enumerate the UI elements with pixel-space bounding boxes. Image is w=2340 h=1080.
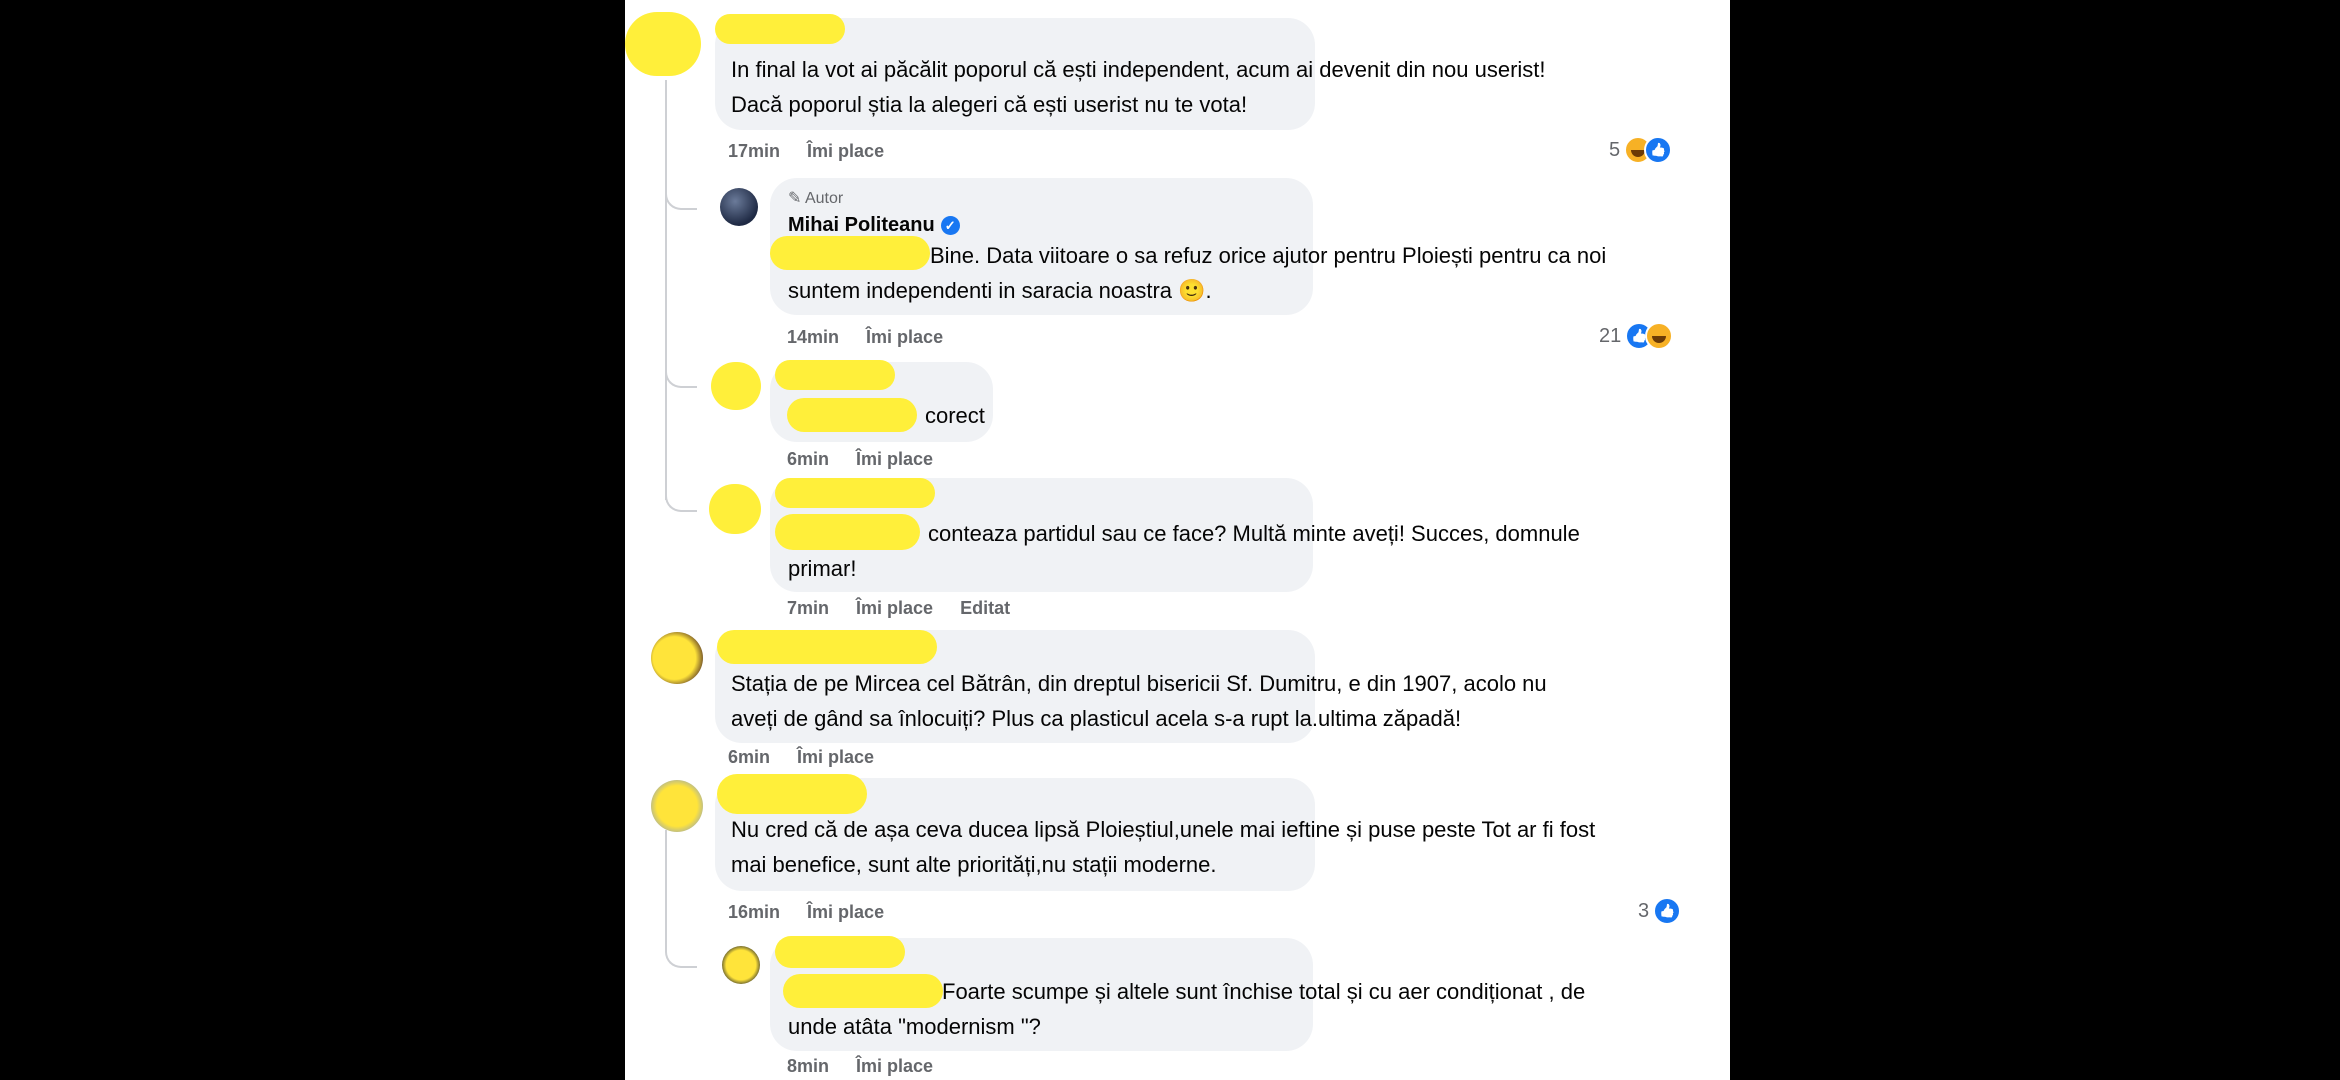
reaction-count[interactable]: 21 [1599,322,1674,350]
reaction-count[interactable]: 5 [1609,136,1673,164]
like-button[interactable]: Îmi place [797,747,874,767]
comment-time: 6min [787,449,830,469]
redacted-name [717,774,867,814]
like-button[interactable]: Îmi place [856,1056,933,1076]
like-button[interactable]: Îmi place [807,902,884,922]
thread-connector [665,180,697,210]
avatar [722,946,760,984]
comment-actions: 16min Îmi place [728,901,906,923]
redacted-avatar [625,12,701,76]
like-button[interactable]: Îmi place [856,598,933,618]
comment-time: 6min [728,747,771,767]
like-icon [1644,136,1673,164]
comment-actions: 6min Îmi place [728,746,896,768]
comment-time: 7min [787,598,830,618]
redacted-name [775,360,895,390]
like-button[interactable]: Îmi place [866,327,943,347]
comment-text: conteaza partidul sau ce face? Multă min… [788,521,1580,581]
comment-actions: 14min Îmi place [787,326,965,348]
avatar [651,632,703,684]
comment-time: 14min [787,327,840,347]
comment-text: Nu cred că de așa ceva ducea lipsă Ploie… [731,817,1596,877]
comment-time: 16min [728,902,781,922]
redacted-avatar [711,362,761,410]
redacted-name [717,630,937,664]
avatar [651,780,703,832]
comment-text: In final la vot ai păcălit poporul că eș… [731,57,1546,117]
reaction-count[interactable]: 3 [1638,897,1682,925]
author-badge: ✎ Autor [788,190,844,207]
comment-text: corect [925,403,985,428]
thread-line [665,830,667,930]
verified-badge-icon: ✓ [940,216,960,236]
thread-connector [665,360,697,388]
comment-actions: 17min Îmi place [728,140,906,162]
comment-time: 8min [787,1056,830,1076]
redacted-avatar [709,484,761,534]
comment-text: Stația de pe Mircea cel Bătrân, din drep… [731,671,1547,731]
thread-connector [665,480,697,512]
avatar [720,188,758,226]
like-button[interactable]: Îmi place [807,141,884,161]
redacted-name [775,936,905,968]
like-icon [1653,897,1682,925]
thread-connector [665,930,697,968]
redacted-mention [787,398,917,432]
thread-line [665,80,667,500]
pencil-icon: ✎ [788,190,802,207]
comments-panel: In final la vot ai păcălit poporul că eș… [625,0,1730,1080]
edited-label: Editat [960,598,1011,618]
comment-text: Foarte scumpe și altele sunt închise tot… [788,979,1586,1039]
redacted-name [715,14,845,44]
comment-actions: 6min Îmi place [787,448,955,470]
comment-actions: 7min Îmi place Editat [787,597,1032,619]
comment-time: 17min [728,141,781,161]
comment-text: Bine. Data viitoare o sa refuz orice aju… [788,243,1607,303]
redacted-name [775,478,935,508]
haha-icon [1645,322,1674,350]
like-button[interactable]: Îmi place [856,449,933,469]
comment-actions: 8min Îmi place [787,1055,955,1077]
commenter-name[interactable]: Mihai Politeanu ✓ [788,214,960,237]
